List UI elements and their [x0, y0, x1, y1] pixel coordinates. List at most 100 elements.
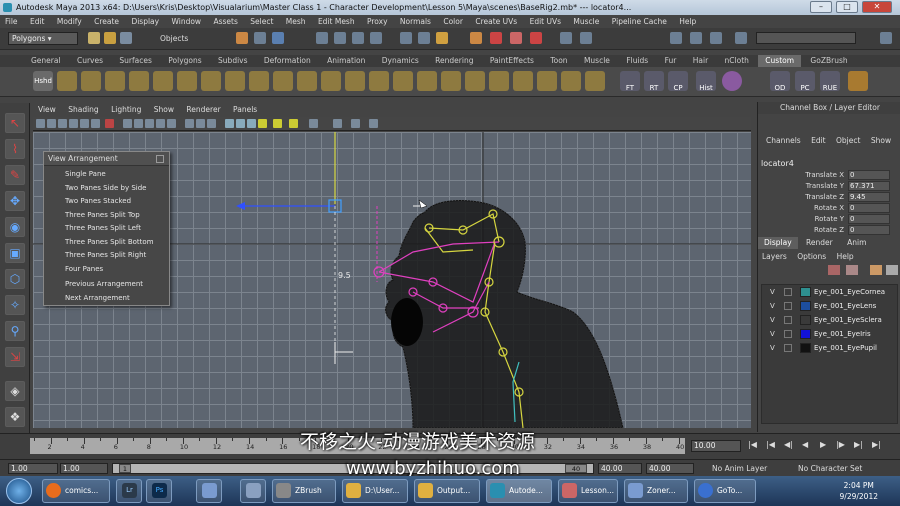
layer-visibility[interactable]: V	[770, 299, 775, 313]
scale-tool-icon[interactable]: ▣	[5, 243, 25, 263]
shelf-tool-icon[interactable]	[417, 71, 437, 91]
taskbar-goto[interactable]: GoTo...	[694, 479, 756, 503]
menu-help[interactable]: Help	[679, 17, 696, 26]
save-scene-icon[interactable]	[120, 32, 132, 44]
menu-pipeline-cache[interactable]: Pipeline Cache	[612, 17, 667, 26]
shelf-tool-icon[interactable]	[129, 71, 149, 91]
xray-joints-icon[interactable]	[351, 119, 360, 128]
shelf-tool-icon[interactable]	[848, 71, 868, 91]
shelf-tool-icon[interactable]	[105, 71, 125, 91]
layer-row[interactable]: V Eye_001_EyeIris	[762, 327, 897, 341]
image-plane-icon[interactable]	[69, 119, 78, 128]
textured-icon[interactable]	[236, 119, 245, 128]
render-settings-icon[interactable]	[510, 32, 522, 44]
layer-color-swatch[interactable]	[800, 301, 811, 311]
layer-menu-help[interactable]: Help	[837, 252, 854, 261]
popup-close-icon[interactable]	[156, 155, 164, 163]
go-to-end-icon[interactable]: ▶|	[872, 440, 881, 449]
attr-row[interactable]: Translate Y 67.371	[758, 181, 900, 192]
shelf-tool-icon[interactable]	[513, 71, 533, 91]
shelf-tab-painteffects[interactable]: PaintEffects	[483, 55, 541, 67]
shelf-tool-icon[interactable]	[489, 71, 509, 91]
layer-color-swatch[interactable]	[800, 343, 811, 353]
three-panes-split-left-option[interactable]: Three Panes Split Left	[44, 222, 169, 236]
three-panes-split-bottom-option[interactable]: Three Panes Split Bottom	[44, 236, 169, 250]
taskbar-zbrush[interactable]: ZBrush	[272, 479, 336, 503]
step-forward-key-icon[interactable]: ▶|	[854, 440, 863, 449]
menu-edit-uvs[interactable]: Edit UVs	[530, 17, 561, 26]
playback-start-field[interactable]: 1.00	[60, 463, 108, 474]
attr-row[interactable]: Translate X 0	[758, 170, 900, 181]
single-pane-option[interactable]: Single Pane	[44, 168, 169, 182]
move-layer-up-icon[interactable]	[870, 265, 882, 275]
end-time-field[interactable]: 40.00	[646, 463, 694, 474]
taskbar-firefox[interactable]: comics...	[42, 479, 110, 503]
ipr-render-icon[interactable]	[490, 32, 502, 44]
new-layer-selected-icon[interactable]	[846, 265, 858, 275]
range-slider-knob-end[interactable]: 40	[565, 464, 587, 473]
shelf-tool-icon[interactable]	[537, 71, 557, 91]
motion-blur-icon[interactable]	[289, 119, 298, 128]
layer-playback-toggle[interactable]	[784, 330, 792, 338]
channel-menu-show[interactable]: Show	[871, 136, 891, 145]
anim-layer-dropdown[interactable]: No Anim Layer	[712, 464, 767, 473]
shelf-tab-surfaces[interactable]: Surfaces	[112, 55, 158, 67]
layer-playback-toggle[interactable]	[784, 302, 792, 310]
rotate-tool-icon[interactable]: ◉	[5, 217, 25, 237]
wireframe-icon[interactable]	[185, 119, 194, 128]
ambient-occlusion-icon[interactable]	[273, 119, 282, 128]
shelf-tab-rendering[interactable]: Rendering	[428, 55, 480, 67]
taskbar-lesson[interactable]: Lesson...	[558, 479, 618, 503]
play-forward-icon[interactable]: ▶	[820, 440, 826, 449]
taskbar-zoner[interactable]: Zoner...	[624, 479, 688, 503]
film-gate-icon[interactable]	[105, 119, 114, 128]
layer-color-swatch[interactable]	[800, 315, 811, 325]
select-by-hierarchy-icon[interactable]	[236, 32, 248, 44]
shelf-tool-icon[interactable]	[441, 71, 461, 91]
playback-end-field[interactable]: 40.00	[598, 463, 642, 474]
shelf-sphere-icon[interactable]	[722, 71, 742, 91]
isolate-select-icon[interactable]	[309, 119, 318, 128]
layer-row[interactable]: V Eye_001_EyeCornea	[762, 285, 897, 299]
shelf-joint-icon[interactable]	[57, 71, 77, 91]
shelf-tab-polygons[interactable]: Polygons	[161, 55, 208, 67]
shelf-tool-icon[interactable]	[153, 71, 173, 91]
wire-on-shaded-icon[interactable]	[225, 119, 234, 128]
attr-row[interactable]: Rotate Z 0	[758, 225, 900, 236]
shelf-tool-icon[interactable]	[225, 71, 245, 91]
select-by-object-icon[interactable]	[254, 32, 266, 44]
menu-select[interactable]: Select	[250, 17, 273, 26]
tab-render[interactable]: Render	[800, 237, 839, 249]
last-tool-icon[interactable]: ⇲	[5, 347, 25, 367]
panel-menu-show[interactable]: Show	[154, 105, 174, 114]
selection-mask[interactable]: Objects	[160, 34, 188, 43]
shelf-tab-fluids[interactable]: Fluids	[619, 55, 655, 67]
hypershade-icon[interactable]	[560, 32, 572, 44]
taskbar-app[interactable]	[240, 479, 266, 503]
shelf-tab-custom[interactable]: Custom	[758, 55, 802, 67]
two-panes-stacked-option[interactable]: Two Panes Stacked	[44, 195, 169, 209]
go-to-start-icon[interactable]: |◀	[748, 440, 757, 449]
shelf-ft-button[interactable]: FT	[620, 71, 640, 92]
maximize-button[interactable]: □	[836, 1, 858, 13]
toggle-attr-editor-icon[interactable]	[690, 32, 702, 44]
shelf-tool-icon[interactable]	[249, 71, 269, 91]
menu-create-uvs[interactable]: Create UVs	[475, 17, 517, 26]
snap-plane-icon[interactable]	[370, 32, 382, 44]
next-arrangement-option[interactable]: Next Arrangement	[44, 292, 169, 306]
layer-row[interactable]: V Eye_001_EyeSclera	[762, 313, 897, 327]
tab-display[interactable]: Display	[758, 237, 798, 249]
taskbar-explorer[interactable]: D:\User...	[342, 479, 408, 503]
system-clock[interactable]: 2:04 PM 9/29/2012	[840, 480, 878, 502]
shelf-tab-hair[interactable]: Hair	[686, 55, 715, 67]
shelf-tool-icon[interactable]	[273, 71, 293, 91]
shelf-cp-button[interactable]: CP	[668, 71, 688, 92]
step-back-frame-icon[interactable]: ◀|	[784, 440, 793, 449]
attr-row[interactable]: Rotate Y 0	[758, 214, 900, 225]
lasso-tool-icon[interactable]: ⌇	[5, 139, 25, 159]
menu-edit-mesh[interactable]: Edit Mesh	[318, 17, 355, 26]
2d-pan-icon[interactable]	[80, 119, 89, 128]
use-lights-icon[interactable]	[247, 119, 256, 128]
layout-single-icon[interactable]: ◈	[5, 381, 25, 401]
start-button[interactable]	[6, 478, 32, 504]
